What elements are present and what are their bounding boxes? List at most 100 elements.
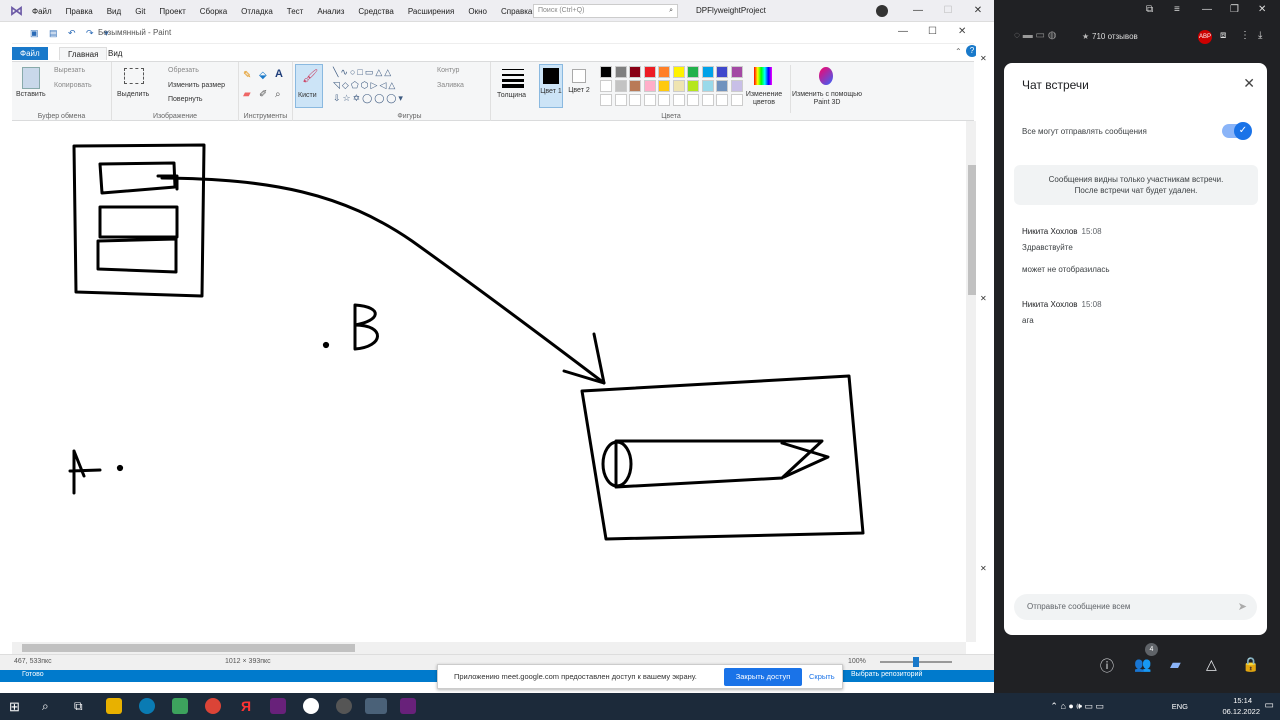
chat-message-input[interactable]: Отправьте сообщение всем ➤	[1014, 594, 1257, 620]
edge-icon[interactable]	[139, 698, 155, 714]
palette-empty-swatch[interactable]	[614, 94, 627, 106]
copy-button[interactable]: Копировать	[54, 82, 92, 89]
palette-swatch[interactable]	[687, 80, 699, 92]
close-icon[interactable]: ✕	[980, 54, 987, 63]
crop-button[interactable]: Обрезать	[168, 67, 199, 74]
eraser-icon[interactable]: ▰	[243, 89, 251, 100]
zoom-slider-thumb[interactable]	[913, 657, 919, 667]
text-icon[interactable]: A	[275, 68, 283, 80]
brushes-button[interactable]: 🖌 Кисти	[295, 64, 323, 108]
menu-git[interactable]: Git	[135, 7, 145, 16]
palette-swatch[interactable]	[629, 80, 641, 92]
stop-sharing-button[interactable]: Закрыть доступ	[724, 668, 802, 686]
vertical-scroll-thumb[interactable]	[968, 165, 976, 295]
file-explorer-icon[interactable]	[106, 698, 122, 714]
allow-messages-toggle[interactable]: ✓	[1222, 122, 1252, 140]
yandex-browser-icon[interactable]	[303, 698, 319, 714]
lock-icon[interactable]: 🔒	[1242, 656, 1259, 673]
close-icon[interactable]: ✕	[1258, 4, 1266, 15]
search-icon[interactable]: ⌕	[42, 699, 49, 714]
palette-swatch[interactable]	[614, 80, 627, 92]
menu-debug[interactable]: Отладка	[241, 7, 273, 16]
clock-date[interactable]: 06.12.2022	[1222, 707, 1260, 716]
close-icon[interactable]: ✕	[964, 0, 992, 22]
collapse-ribbon-icon[interactable]: ⌃	[955, 47, 962, 56]
store-icon[interactable]	[172, 698, 188, 714]
outline-button[interactable]: Контур	[437, 67, 459, 74]
menu-file[interactable]: Файл	[32, 7, 52, 16]
send-icon[interactable]: ➤	[1238, 594, 1247, 620]
palette-empty-swatch[interactable]	[643, 94, 656, 106]
paint-minimize-icon[interactable]: —	[898, 26, 908, 37]
palette-empty-swatch[interactable]	[672, 94, 685, 106]
menu-tools[interactable]: Средства	[358, 7, 393, 16]
notifications-icon[interactable]: ▭	[1265, 700, 1274, 711]
paint-canvas[interactable]	[12, 121, 966, 642]
tray-icons[interactable]: ⌃ ⌂ ● 🕪 ▭ ▭	[1050, 701, 1104, 712]
color1-button[interactable]: Цвет 1	[539, 64, 563, 108]
palette-swatch[interactable]	[730, 80, 743, 92]
canvas-horizontal-scrollbar[interactable]	[12, 642, 966, 654]
paint3d-button[interactable]: Изменить с помощью Paint 3D	[790, 65, 862, 113]
paint-close-icon[interactable]: ✕	[958, 26, 966, 37]
tab-view[interactable]: Вид	[100, 47, 130, 60]
tab-search-icon[interactable]: ⧉	[1146, 4, 1153, 15]
select-icon[interactable]	[124, 68, 144, 84]
repo-selector[interactable]: Выбрать репозиторий	[851, 671, 922, 678]
horizontal-scroll-thumb[interactable]	[22, 644, 355, 652]
palette-swatch[interactable]	[716, 80, 728, 92]
palette-swatch[interactable]	[701, 66, 714, 78]
palette-swatch[interactable]	[716, 66, 728, 78]
paint-maximize-icon[interactable]: ☐	[928, 26, 937, 37]
windows-start-icon[interactable]: ⊞	[9, 699, 20, 715]
menu-test[interactable]: Тест	[287, 7, 304, 16]
vs-search-input[interactable]: Поиск (Ctrl+Q) ⌕	[533, 4, 678, 18]
chrome-icon[interactable]	[205, 698, 221, 714]
color-picker-icon[interactable]: ✐	[259, 89, 267, 100]
tab-file[interactable]: Файл	[12, 47, 48, 60]
menu-analyze[interactable]: Анализ	[317, 7, 344, 16]
paste-icon[interactable]	[22, 67, 40, 89]
palette-empty-swatch[interactable]	[600, 94, 612, 106]
menu-project[interactable]: Проект	[159, 7, 185, 16]
visual-studio-logo-icon[interactable]: ⋈	[10, 4, 26, 18]
fill-button[interactable]: Заливка	[437, 82, 464, 89]
language-indicator[interactable]: ENG	[1172, 702, 1188, 711]
close-icon[interactable]: ✕	[980, 564, 987, 573]
menu-build[interactable]: Сборка	[200, 7, 227, 16]
pencil-icon[interactable]: ✎	[243, 70, 251, 81]
magnifier-icon[interactable]: ⌕	[275, 89, 281, 100]
resize-button[interactable]: Изменить размер	[168, 82, 225, 89]
size-button[interactable]: Толщина	[497, 65, 531, 109]
adblock-icon[interactable]: ABP	[1198, 30, 1212, 44]
clock-time[interactable]: 15:14	[1233, 696, 1252, 705]
obs-icon[interactable]	[336, 698, 352, 714]
paste-button[interactable]: Вставить	[16, 91, 46, 98]
menu-help[interactable]: Справка	[501, 7, 532, 16]
palette-empty-swatch[interactable]	[658, 94, 670, 106]
avatar[interactable]	[876, 5, 888, 17]
color2-button[interactable]: Цвет 2	[568, 64, 592, 108]
info-icon[interactable]: ⓘ	[1100, 656, 1114, 676]
palette-swatch[interactable]	[643, 66, 656, 78]
maximize-icon[interactable]: ☐	[934, 0, 962, 22]
palette-swatch[interactable]	[730, 66, 743, 78]
task-view-icon[interactable]: ⧉	[74, 699, 83, 714]
palette-swatch[interactable]	[672, 66, 685, 78]
menu-window[interactable]: Окно	[468, 7, 487, 16]
palette-empty-swatch[interactable]	[716, 94, 728, 106]
palette-empty-swatch[interactable]	[701, 94, 714, 106]
extensions-icon[interactable]: ⧈	[1220, 30, 1226, 41]
menu-view[interactable]: Вид	[107, 7, 121, 16]
palette-swatch[interactable]	[643, 80, 656, 92]
chat-icon[interactable]: ▰	[1170, 656, 1181, 673]
palette-empty-swatch[interactable]	[629, 94, 641, 106]
bookmark-rating[interactable]: 710 отзывов	[1092, 32, 1138, 41]
edit-colors-button[interactable]: Изменение цветов	[744, 65, 784, 113]
palette-empty-swatch[interactable]	[730, 94, 743, 106]
visual-studio-icon[interactable]	[400, 698, 416, 714]
palette-swatch[interactable]	[658, 80, 670, 92]
menu-extensions[interactable]: Расширения	[408, 7, 455, 16]
restore-icon[interactable]: ❐	[1230, 4, 1239, 15]
shapes-gallery-icon[interactable]: ╲∿○□▭△△ ◹◇⬠⬡▷◁△ ⇩☆✡◯◯◯▾	[333, 66, 429, 106]
